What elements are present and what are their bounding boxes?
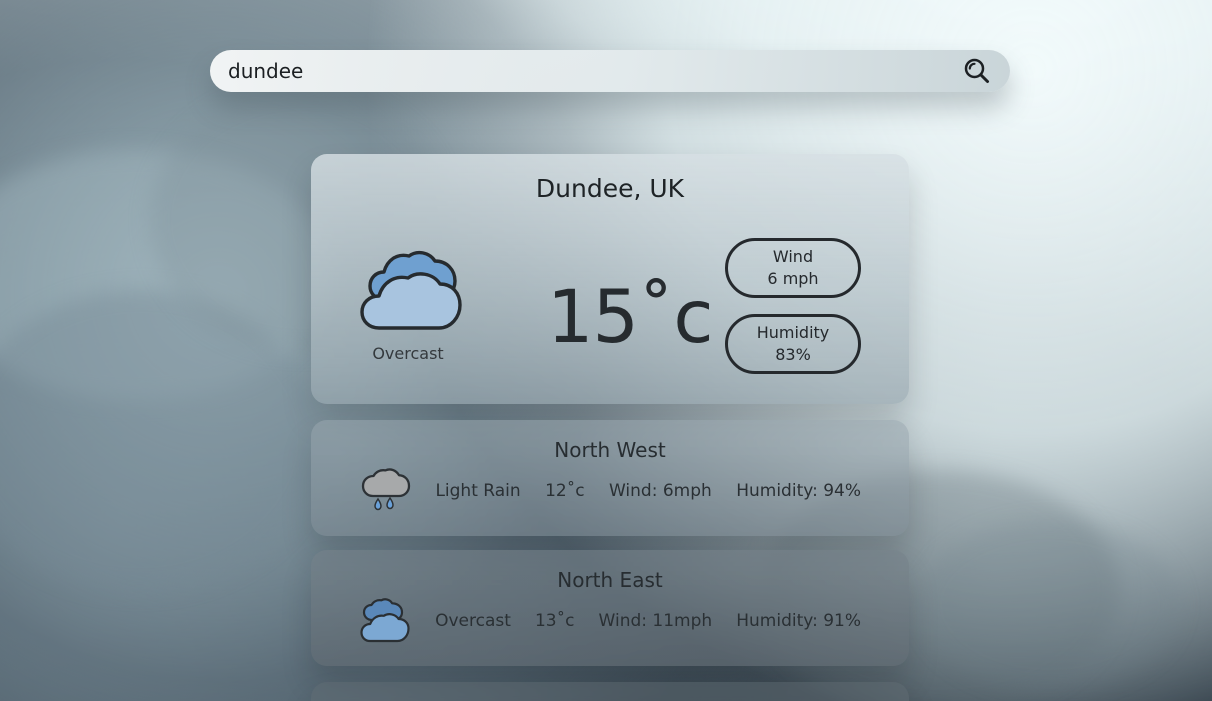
forecast-title: North West (554, 438, 666, 462)
forecast-card-north-west: North West Light Rain 12˚c Wind: 6mph Hu… (311, 420, 909, 536)
current-condition-label: Overcast (372, 344, 444, 363)
current-weather-card: Dundee, UK Overcast 15˚c Wind 6 mph Humi… (311, 154, 909, 404)
city-title: Dundee, UK (535, 174, 685, 203)
search-icon (964, 58, 989, 83)
forecast-row: Overcast 13˚c Wind: 11mph Humidity: 91% (359, 598, 861, 644)
background-cloud-left-top (0, 150, 330, 400)
wind-label: Wind (772, 247, 814, 267)
search-button[interactable] (962, 56, 992, 86)
forecast-title: North East (557, 568, 663, 592)
search-input[interactable] (228, 59, 962, 83)
forecast-card-north-east: North East Overcast 13˚c Wind: 11mph Hum… (311, 550, 909, 666)
forecast-temperature: 12˚c (545, 481, 585, 501)
humidity-value: 83% (775, 345, 811, 364)
wind-pill: Wind 6 mph (725, 238, 861, 298)
search-bar (210, 50, 1010, 92)
forecast-wind: Wind: 6mph (608, 481, 712, 501)
humidity-label: Humidity (756, 323, 830, 343)
current-temperature: 15˚c (547, 275, 714, 360)
overcast-icon (360, 250, 462, 330)
forecast-humidity: Humidity: 94% (736, 481, 861, 501)
forecast-card-partial (311, 682, 909, 701)
forecast-condition: Light Rain (435, 481, 521, 501)
background-cloud-right (920, 520, 1180, 690)
forecast-condition: Overcast (435, 611, 511, 631)
forecast-temperature: 13˚c (534, 611, 575, 631)
background-cloud-left-bottom (0, 290, 320, 590)
overcast-icon (360, 598, 410, 643)
wind-value: 6 mph (767, 269, 819, 288)
light-rain-icon (361, 468, 411, 511)
current-weather-icon-wrap (359, 244, 465, 334)
forecast-wind: Wind: 11mph (598, 611, 713, 631)
humidity-pill: Humidity 83% (725, 314, 861, 374)
forecast-row: Light Rain 12˚c Wind: 6mph Humidity: 94% (359, 468, 861, 514)
forecast-humidity: Humidity: 91% (736, 611, 861, 631)
